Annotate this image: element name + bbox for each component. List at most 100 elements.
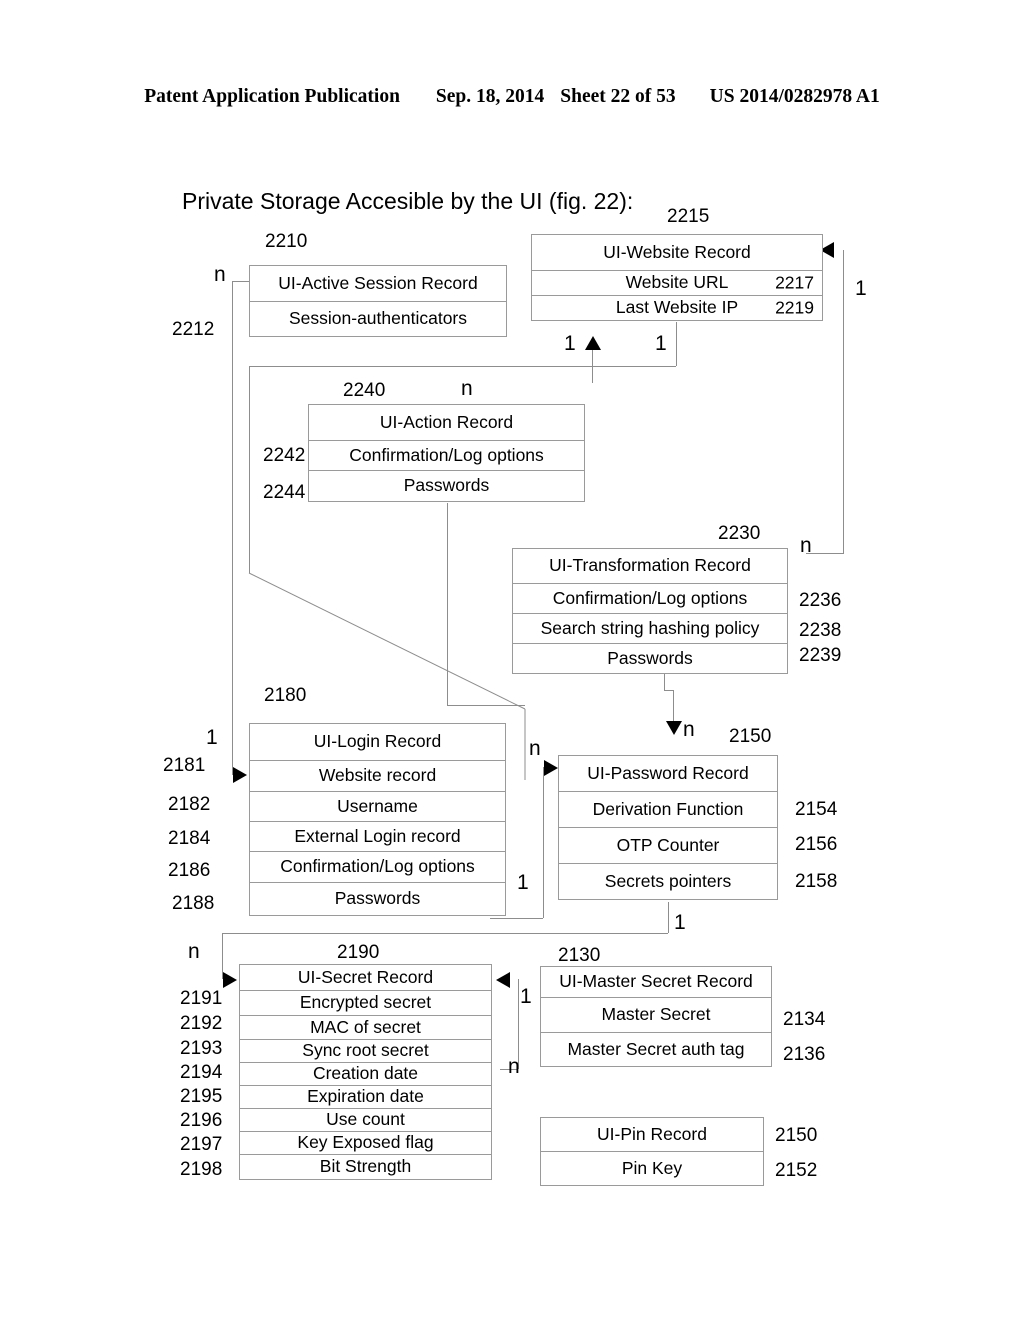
ref-2134: 2134 [783, 1009, 826, 1030]
box-ui-action-record: UI-Action Record Confirmation/Log option… [308, 404, 585, 502]
ref-2196: 2196 [180, 1110, 223, 1131]
row-label: Search string hashing policy [540, 617, 760, 638]
row-label: External Login record [294, 825, 461, 846]
row-label: Website URL [625, 272, 729, 293]
cardinality-action-to-website-one: 1 [564, 332, 576, 355]
row-label: Session-authenticators [288, 308, 468, 329]
row-bit-strength: Bit Strength [239, 1154, 492, 1180]
row-username: Username [249, 791, 506, 822]
connector-login-passwords-horizontal [490, 918, 543, 919]
row-otp-counter: OTP Counter [558, 827, 778, 864]
cardinality-login-passwords-one: 1 [517, 871, 529, 894]
row-num-2219: 2219 [775, 297, 814, 318]
row-master-secret-auth-tag: Master Secret auth tag [540, 1032, 772, 1067]
connector-action-left-stub [249, 366, 250, 384]
patent-figure-page: Patent Application Publication Sep. 18, 2… [0, 0, 1024, 1320]
connector-transformation-to-website-vertical [843, 250, 844, 553]
box-ui-login-record: UI-Login Record Website record Username … [249, 723, 506, 916]
ref-2230: 2230 [718, 523, 761, 544]
row-label: Passwords [403, 475, 490, 496]
row-action-confirmation-log-options: Confirmation/Log options [308, 440, 585, 471]
connector-transformation-n-stub [806, 553, 844, 554]
ref-2152: 2152 [775, 1160, 818, 1181]
row-label: Secrets pointers [604, 870, 732, 891]
row-label: UI-Login Record [313, 731, 442, 752]
row-website-url: Website URL 2217 [531, 270, 823, 296]
ref-2236: 2236 [799, 590, 842, 611]
row-mac-of-secret: MAC of secret [239, 1015, 492, 1040]
connector-session-to-login-vertical [232, 281, 233, 775]
connector-transformation-bottom-jog [664, 690, 673, 691]
arrowhead-master-to-secret [496, 972, 510, 988]
ref-2195: 2195 [180, 1086, 223, 1107]
row-ui-master-secret-record-title: UI-Master Secret Record [540, 966, 772, 998]
ref-2194: 2194 [180, 1062, 223, 1083]
row-label: Encrypted secret [299, 992, 432, 1013]
ref-2158: 2158 [795, 871, 838, 892]
cardinality-website-bottom-one: 1 [655, 332, 667, 355]
header-publication: Patent Application Publication [144, 86, 400, 107]
ref-2184: 2184 [168, 828, 211, 849]
box-ui-master-secret-record: UI-Master Secret Record Master Secret Ma… [540, 966, 772, 1067]
row-label: Confirmation/Log options [349, 444, 544, 465]
cardinality-transformation-to-password-n: n [683, 718, 695, 741]
connector-password-to-secret-horizontal [222, 933, 668, 934]
ref-2136: 2136 [783, 1044, 826, 1065]
connector-action-bottom-vertical [447, 503, 448, 705]
row-label: Last Website IP [615, 297, 739, 318]
header-sheet: Sheet 22 of 53 [560, 86, 676, 107]
row-ui-login-record-title: UI-Login Record [249, 723, 506, 761]
row-website-record: Website record [249, 760, 506, 792]
ref-2240: 2240 [343, 380, 386, 401]
ref-2210: 2210 [265, 231, 308, 252]
ref-2150-password: 2150 [729, 726, 772, 747]
header-docnum: US 2014/0282978 A1 [709, 86, 880, 107]
ref-2239: 2239 [799, 645, 842, 666]
row-label: Passwords [607, 647, 693, 668]
row-label: Master Secret auth tag [567, 1038, 745, 1059]
row-ui-transformation-record-title: UI-Transformation Record [512, 548, 788, 584]
row-derivation-function: Derivation Function [558, 791, 778, 828]
arrowhead-login-to-password [544, 760, 558, 776]
ref-2193: 2193 [180, 1038, 223, 1059]
connector-action-left-vertical [249, 384, 250, 573]
connector-password-bottom-vertical [668, 902, 669, 933]
arrowhead-session-to-login [233, 767, 247, 783]
row-key-exposed-flag: Key Exposed flag [239, 1131, 492, 1155]
box-ui-pin-record: UI-Pin Record Pin Key [540, 1117, 764, 1186]
ref-2186: 2186 [168, 860, 211, 881]
row-use-count: Use count [239, 1108, 492, 1132]
connector-login-to-password-vertical [543, 767, 544, 918]
ref-2150-pin: 2150 [775, 1125, 818, 1146]
connector-action-bottom-horizontal [447, 705, 525, 706]
row-ui-website-record-title: UI-Website Record [531, 234, 823, 271]
row-login-passwords: Passwords [249, 882, 506, 916]
row-ui-pin-record-title: UI-Pin Record [540, 1117, 764, 1152]
row-encrypted-secret: Encrypted secret [239, 990, 492, 1016]
cardinality-session-n: n [214, 263, 226, 286]
row-master-secret: Master Secret [540, 997, 772, 1033]
row-label: OTP Counter [616, 834, 720, 855]
box-ui-transformation-record: UI-Transformation Record Confirmation/Lo… [512, 548, 788, 674]
row-label: Key Exposed flag [297, 1132, 434, 1153]
patent-header: Patent Application Publication Sep. 18, 2… [0, 86, 1024, 108]
arrowhead-action-to-website [585, 336, 601, 350]
box-ui-password-record: UI-Password Record Derivation Function O… [558, 755, 778, 900]
row-external-login-record: External Login record [249, 821, 506, 852]
cardinality-transformation-n: n [800, 534, 812, 557]
row-label: Expiration date [307, 1086, 424, 1107]
row-label: Creation date [312, 1063, 419, 1084]
row-transformation-passwords: Passwords [512, 643, 788, 674]
row-label: Confirmation/Log options [280, 856, 475, 877]
arrowhead-password-to-secret [223, 972, 237, 988]
cardinality-secret-n: n [188, 940, 200, 963]
cardinality-action-n: n [461, 377, 473, 400]
row-search-string-hashing-policy: Search string hashing policy [512, 613, 788, 644]
ref-2154: 2154 [795, 799, 838, 820]
row-ui-secret-record-title: UI-Secret Record [239, 964, 492, 991]
box-ui-secret-record: UI-Secret Record Encrypted secret MAC of… [239, 964, 492, 1180]
ref-2130: 2130 [558, 945, 601, 966]
row-ui-password-record-title: UI-Password Record [558, 755, 778, 792]
cardinality-password-bottom-one: 1 [674, 911, 686, 934]
row-pin-key: Pin Key [540, 1151, 764, 1186]
